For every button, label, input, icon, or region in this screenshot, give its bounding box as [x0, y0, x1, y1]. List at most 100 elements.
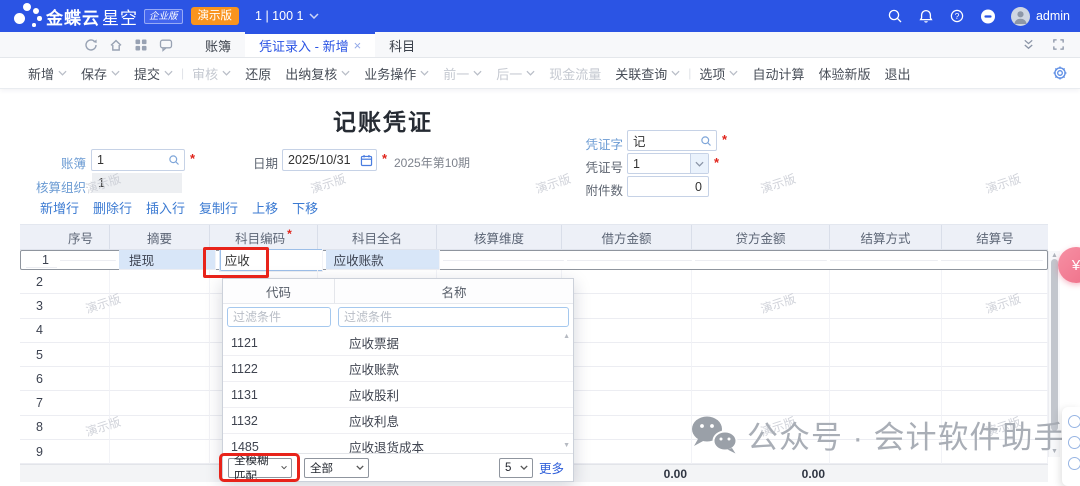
- cell-seq[interactable]: 2: [20, 270, 52, 294]
- page-size-select[interactable]: 5: [499, 458, 533, 478]
- toolbar-button-business-ops[interactable]: 业务操作: [357, 64, 436, 83]
- popup-account-option[interactable]: 1122应收账款: [223, 356, 573, 382]
- floating-side-panel[interactable]: [1062, 407, 1080, 486]
- grid-scrollbar[interactable]: ▲ ▼: [1048, 251, 1060, 457]
- tab-voucher-entry-new[interactable]: 凭证录入 - 新增 ×: [245, 32, 375, 57]
- cell-debit[interactable]: [562, 270, 692, 294]
- book-input[interactable]: [92, 153, 164, 167]
- more-link[interactable]: 更多: [539, 458, 564, 477]
- promo-float-button[interactable]: ¥: [1058, 247, 1080, 283]
- cell-settle-no[interactable]: [942, 440, 1048, 464]
- popup-scroll-down-arrow[interactable]: ▼: [563, 442, 570, 450]
- cell-credit[interactable]: [692, 416, 830, 440]
- scope-select[interactable]: 全部: [304, 458, 369, 478]
- voucher-no-input[interactable]: [628, 157, 690, 171]
- cell-account-name[interactable]: 应收账款: [326, 250, 441, 270]
- delete-row-link[interactable]: 删除行: [93, 198, 132, 217]
- refresh-icon[interactable]: [84, 38, 98, 52]
- cell-summary[interactable]: [110, 416, 210, 440]
- cell-settle-no[interactable]: [942, 270, 1048, 294]
- cell-seq[interactable]: 9: [20, 440, 52, 464]
- cell-seq-spacer[interactable]: [52, 440, 110, 464]
- cell-dimension[interactable]: [443, 260, 563, 261]
- toolbar-button-new[interactable]: 新增: [21, 64, 74, 83]
- help-icon[interactable]: ?: [949, 8, 965, 24]
- cell-settle-method[interactable]: [830, 260, 938, 261]
- org-selector[interactable]: 1 | 100 1: [255, 9, 319, 23]
- cell-summary[interactable]: 提现: [119, 250, 216, 270]
- cell-debit[interactable]: [562, 416, 692, 440]
- cell-settle-no[interactable]: [942, 294, 1048, 318]
- toolbar-button-save[interactable]: 保存: [74, 64, 127, 83]
- popup-account-option[interactable]: 1132应收利息: [223, 408, 573, 434]
- status-dnd-icon[interactable]: [980, 8, 996, 24]
- gear-icon[interactable]: [1052, 65, 1068, 86]
- cell-settle-no[interactable]: [942, 343, 1048, 367]
- cell-seq-spacer[interactable]: [52, 391, 110, 415]
- cell-summary[interactable]: [110, 319, 210, 343]
- move-down-link[interactable]: 下移: [292, 198, 318, 217]
- cell-credit[interactable]: [692, 440, 830, 464]
- attachments-input[interactable]: [628, 180, 708, 194]
- cell-seq-spacer[interactable]: [52, 270, 110, 294]
- cell-debit[interactable]: [562, 294, 692, 318]
- cell-debit[interactable]: [562, 343, 692, 367]
- add-row-link[interactable]: 新增行: [40, 198, 79, 217]
- toolbar-button-submit[interactable]: 提交: [127, 64, 180, 83]
- user-avatar[interactable]: [1011, 7, 1030, 26]
- date-input[interactable]: [283, 153, 356, 167]
- cell-seq[interactable]: 1: [26, 253, 57, 268]
- name-filter-input[interactable]: [338, 307, 569, 327]
- search-icon[interactable]: [887, 8, 903, 24]
- cell-seq-spacer[interactable]: [52, 343, 110, 367]
- popup-account-option[interactable]: 1121应收票据: [223, 330, 573, 356]
- cell-summary[interactable]: [110, 294, 210, 318]
- popup-account-option[interactable]: 1131应收股利: [223, 382, 573, 408]
- home-icon[interactable]: [109, 38, 123, 52]
- popup-scroll-up-arrow[interactable]: ▲: [563, 333, 570, 341]
- cell-seq-spacer[interactable]: [52, 294, 110, 318]
- cell-credit[interactable]: [692, 391, 830, 415]
- cell-credit[interactable]: [692, 319, 830, 343]
- cell-credit[interactable]: [692, 367, 830, 391]
- code-filter-input[interactable]: [227, 307, 331, 327]
- cell-settle-method[interactable]: [830, 367, 942, 391]
- toolbar-button-cashier-review[interactable]: 出纳复核: [278, 64, 357, 83]
- cell-seq[interactable]: 7: [20, 391, 52, 415]
- cell-debit[interactable]: [562, 367, 692, 391]
- cell-summary[interactable]: [110, 270, 210, 294]
- cell-seq-spacer[interactable]: [52, 416, 110, 440]
- voucher-word-input[interactable]: [628, 134, 696, 148]
- cell-seq-spacer[interactable]: [52, 367, 110, 391]
- cell-seq[interactable]: 8: [20, 416, 52, 440]
- expand-fullscreen-icon[interactable]: [1050, 37, 1066, 53]
- copy-row-link[interactable]: 复制行: [199, 198, 238, 217]
- cell-debit[interactable]: [562, 319, 692, 343]
- cell-settle-no[interactable]: [941, 260, 1043, 261]
- cell-seq-spacer[interactable]: [60, 260, 116, 261]
- cell-settle-method[interactable]: [830, 440, 942, 464]
- cell-settle-method[interactable]: [830, 270, 942, 294]
- book-lookup-icon[interactable]: [164, 150, 184, 170]
- calendar-icon[interactable]: [356, 150, 376, 170]
- cell-settle-method[interactable]: [830, 343, 942, 367]
- tab-ledger[interactable]: 账簿: [191, 32, 245, 57]
- cell-summary[interactable]: [110, 343, 210, 367]
- cell-summary[interactable]: [110, 367, 210, 391]
- toolbar-button-restore[interactable]: 还原: [238, 64, 278, 83]
- cell-settle-no[interactable]: [942, 319, 1048, 343]
- collapse-double-chevron-icon[interactable]: [1020, 37, 1036, 53]
- voucher-no-dropdown-icon[interactable]: [690, 154, 708, 173]
- cell-summary[interactable]: [110, 440, 210, 464]
- scroll-down-arrow[interactable]: ▼: [1049, 448, 1060, 456]
- toolbar-button-linked-query[interactable]: 关联查询: [608, 64, 687, 83]
- cell-debit[interactable]: [562, 440, 692, 464]
- bell-icon[interactable]: [918, 8, 934, 24]
- cell-settle-no[interactable]: [942, 416, 1048, 440]
- toolbar-button-auto-calc[interactable]: 自动计算: [745, 64, 811, 83]
- cell-settle-no[interactable]: [942, 367, 1048, 391]
- apps-grid-icon[interactable]: [134, 38, 148, 52]
- cell-settle-method[interactable]: [830, 391, 942, 415]
- match-mode-select[interactable]: 全模糊匹配: [228, 458, 292, 478]
- grid-row-1[interactable]: 1 提现 应收账款: [20, 250, 1048, 270]
